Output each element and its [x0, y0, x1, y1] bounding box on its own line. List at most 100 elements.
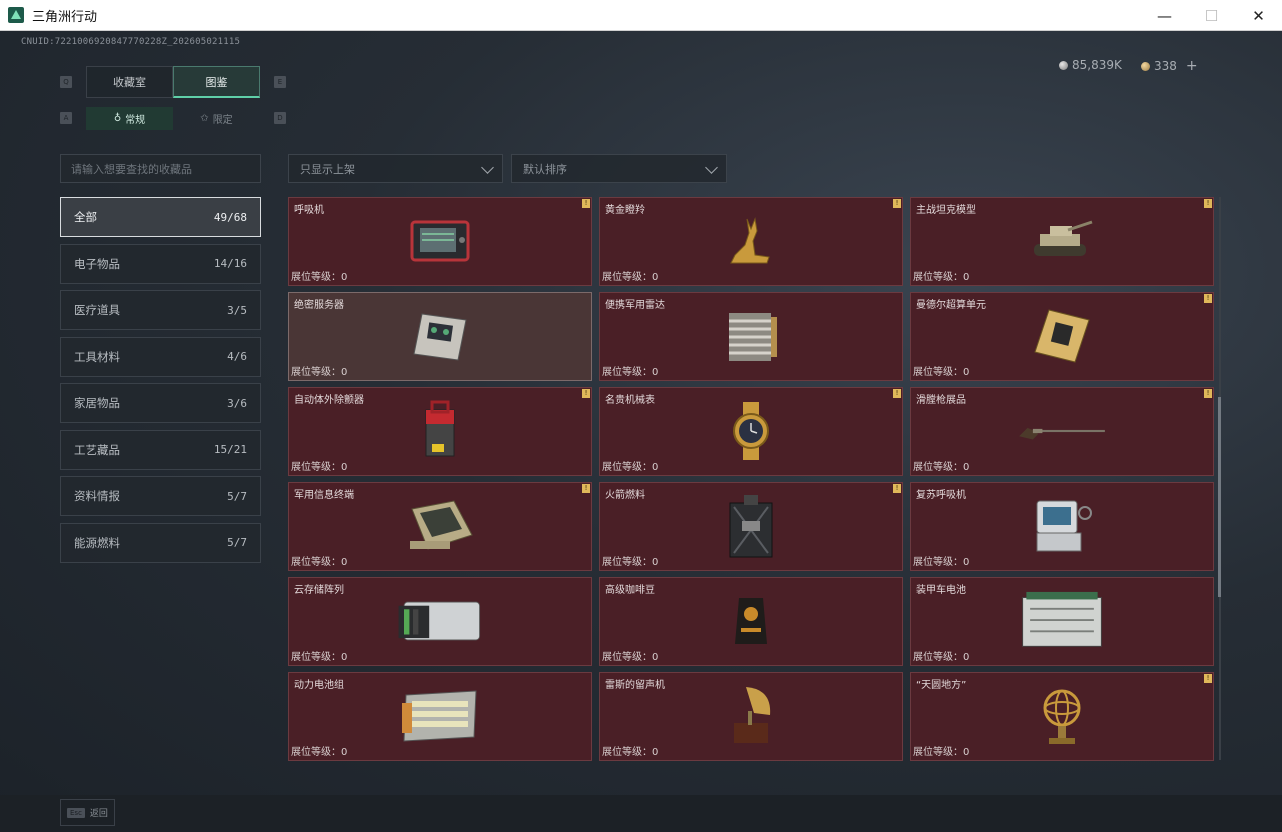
- collection-item-card[interactable]: 名贵机械表! 展位等级：0: [599, 387, 903, 476]
- new-alert-icon: !: [1204, 294, 1212, 303]
- collection-item-card[interactable]: 高级咖啡豆 展位等级：0: [599, 577, 903, 666]
- item-name: 滑膛枪展品: [916, 395, 966, 406]
- new-alert-icon: !: [893, 484, 901, 493]
- display-level-value: 0: [341, 557, 348, 568]
- display-level-label: 展位等级：: [291, 367, 341, 378]
- item-display-level: 展位等级：0: [291, 458, 347, 473]
- collection-item-card[interactable]: 滑膛枪展品! 展位等级：0: [910, 387, 1214, 476]
- collection-item-card[interactable]: 复苏呼吸机 展位等级：0: [910, 482, 1214, 571]
- category-household[interactable]: 家居物品 3/6: [60, 383, 261, 423]
- category-electronics[interactable]: 电子物品 14/16: [60, 243, 261, 284]
- display-level-label: 展位等级：: [602, 462, 652, 473]
- new-alert-icon: !: [1204, 674, 1212, 683]
- display-level-value: 0: [341, 747, 348, 758]
- item-name: 军用信息终端: [294, 490, 354, 501]
- category-count: 14/16: [213, 257, 247, 270]
- display-level-label: 展位等级：: [913, 462, 963, 473]
- collection-item-card[interactable]: 动力电池组 展位等级：0: [288, 672, 592, 761]
- category-intel[interactable]: 资料情报 5/7: [60, 476, 261, 516]
- item-name: 雷斯的留声机: [605, 680, 665, 691]
- sub-tabs: ♁ 常规 ✩ 限定: [86, 107, 260, 130]
- subtab-regular[interactable]: ♁ 常规: [86, 107, 173, 130]
- collection-item-card[interactable]: 火箭燃料! 展位等级：0: [599, 482, 903, 571]
- item-name: 自动体外除颤器: [294, 395, 364, 406]
- collection-item-card[interactable]: 雷斯的留声机展位等级：0: [599, 672, 903, 761]
- collection-item-card[interactable]: 黄金瞪羚! 展位等级：0: [599, 197, 903, 286]
- window-titlebar: 三角洲行动 — ☐ ✕: [0, 0, 1282, 31]
- collection-item-card[interactable]: 曼德尔超算单元! 展位等级：0: [910, 292, 1214, 381]
- availability-dropdown[interactable]: 只显示上架: [288, 154, 503, 183]
- category-energy[interactable]: 能源燃料 5/7: [60, 522, 261, 563]
- maximize-button[interactable]: ☐: [1188, 0, 1235, 31]
- terminal-icon: [395, 495, 485, 557]
- category-all[interactable]: 全部 49/68: [60, 197, 261, 237]
- key-hint-q: Q: [60, 76, 72, 88]
- close-button[interactable]: ✕: [1235, 0, 1282, 31]
- item-display-level: 展位等级：0: [602, 648, 658, 663]
- flame-icon: ♁: [113, 113, 122, 124]
- item-display-level: 展位等级：0: [291, 268, 347, 283]
- item-display-level: 展位等级：0: [602, 268, 658, 283]
- battery-icon: [1017, 590, 1107, 652]
- gold-coin-icon: [1141, 61, 1150, 71]
- collection-item-card[interactable]: 自动体外除颤器! 展位等级：0: [288, 387, 592, 476]
- display-level-value: 0: [652, 557, 659, 568]
- collection-item-card[interactable]: 便携军用雷达展位等级：0: [599, 292, 903, 381]
- scrollbar-thumb[interactable]: [1218, 397, 1221, 597]
- item-grid: 呼吸机! 展位等级：0 黄金瞪羚! 展位等级：0 主战坦克模型! 展位等级：0 绝密服务器展…: [288, 197, 1214, 761]
- item-name: 便携军用雷达: [605, 300, 665, 311]
- new-alert-icon: !: [1204, 389, 1212, 398]
- collection-item-card[interactable]: 装甲车电池 展位等级：0: [910, 577, 1214, 666]
- display-level-value: 0: [963, 557, 970, 568]
- collection-item-card[interactable]: 云存储阵列 展位等级：0: [288, 577, 592, 666]
- collection-item-card[interactable]: 绝密服务器 展位等级：0: [288, 292, 592, 381]
- display-level-label: 展位等级：: [913, 367, 963, 378]
- subtab-limited[interactable]: ✩ 限定: [173, 107, 260, 130]
- collection-item-card[interactable]: 呼吸机! 展位等级：0: [288, 197, 592, 286]
- back-button[interactable]: Esc 返回: [60, 799, 115, 826]
- collection-item-card[interactable]: 军用信息终端! 展位等级：0: [288, 482, 592, 571]
- main-tabs: 收藏室 图鉴: [86, 66, 260, 98]
- tab-catalog[interactable]: 图鉴: [173, 66, 260, 98]
- minimize-button[interactable]: —: [1141, 0, 1188, 31]
- collection-item-card[interactable]: “天圆地方”! 展位等级：0: [910, 672, 1214, 761]
- add-currency-button[interactable]: +: [1186, 58, 1198, 74]
- new-alert-icon: !: [1204, 199, 1212, 208]
- sort-dropdown[interactable]: 默认排序: [511, 154, 727, 183]
- display-level-label: 展位等级：: [913, 747, 963, 758]
- collection-item-card[interactable]: 主战坦克模型! 展位等级：0: [910, 197, 1214, 286]
- display-level-value: 0: [652, 272, 659, 283]
- new-alert-icon: !: [893, 389, 901, 398]
- display-level-label: 展位等级：: [913, 652, 963, 663]
- key-hint-e: E: [274, 76, 286, 88]
- display-level-label: 展位等级：: [602, 557, 652, 568]
- golden-gazelle-icon: [706, 210, 796, 272]
- new-alert-icon: !: [582, 484, 590, 493]
- item-display-level: 展位等级：0: [602, 743, 658, 758]
- search-input[interactable]: 请输入想要查找的收藏品: [60, 154, 261, 183]
- category-label: 工具材料: [74, 349, 120, 364]
- collection-screen: CNUID:7221006920847770228Z_202605021115 …: [0, 31, 1282, 832]
- category-count: 5/7: [227, 536, 247, 549]
- category-label: 医疗道具: [74, 303, 120, 317]
- display-level-value: 0: [963, 747, 970, 758]
- display-level-value: 0: [341, 652, 348, 663]
- item-name: 名贵机械表: [605, 395, 655, 406]
- gold-amount: 338: [1154, 59, 1177, 73]
- gold-currency: 338 +: [1141, 58, 1198, 74]
- item-display-level: 展位等级：0: [602, 363, 658, 378]
- category-medical[interactable]: 医疗道具 3/5: [60, 290, 261, 330]
- display-level-value: 0: [963, 272, 970, 283]
- tab-collection-room[interactable]: 收藏室: [86, 66, 173, 98]
- key-hint-a: A: [60, 112, 72, 124]
- category-label: 全部: [74, 210, 97, 224]
- item-display-level: 展位等级：0: [913, 743, 969, 758]
- category-tools[interactable]: 工具材料 4/6: [60, 336, 261, 377]
- display-level-value: 0: [341, 272, 348, 283]
- silver-currency: 85,839K: [1059, 58, 1122, 72]
- armillary-sphere-icon: [1017, 685, 1107, 747]
- display-level-value: 0: [963, 367, 970, 378]
- display-level-value: 0: [652, 652, 659, 663]
- supercomputer-icon: [1017, 305, 1107, 367]
- category-crafts[interactable]: 工艺藏品 15/21: [60, 429, 261, 470]
